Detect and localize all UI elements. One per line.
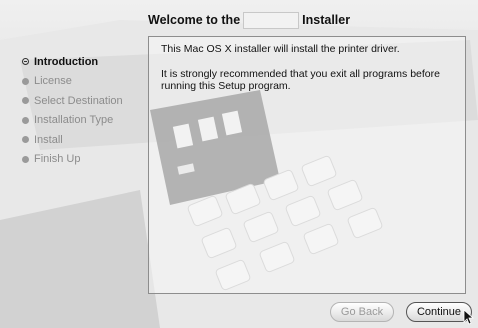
step-label: Finish Up	[34, 153, 81, 166]
intro-paragraph: This Mac OS X installer will install the…	[161, 43, 400, 55]
step-finish-up: Finish Up	[22, 150, 146, 170]
go-back-button[interactable]: Go Back	[330, 302, 394, 322]
mouse-pointer-icon	[463, 309, 475, 325]
title-suffix: Installer	[302, 13, 351, 27]
warning-paragraph: It is strongly recommended that you exit…	[161, 68, 440, 92]
step-label: Introduction	[34, 55, 99, 68]
step-installation-type: Installation Type	[22, 111, 146, 131]
step-label: Select Destination	[34, 94, 123, 107]
bullet-icon	[22, 116, 29, 124]
step-label: Install	[34, 133, 63, 146]
step-select-destination: Select Destination	[22, 91, 146, 111]
content-panel: This Mac OS X installer will install the…	[148, 36, 466, 294]
step-label: License	[34, 75, 72, 88]
step-introduction: Introduction	[22, 52, 146, 72]
product-name-blank	[243, 11, 300, 29]
window-title: Welcome to the Installer	[148, 11, 350, 29]
step-label: Installation Type	[34, 114, 114, 127]
installer-header: Welcome to the Installer	[0, 0, 478, 36]
step-license: License	[22, 72, 146, 92]
bullet-icon	[22, 77, 29, 85]
bullet-icon	[22, 155, 29, 163]
installer-steps-list: Introduction License Select Destination …	[22, 52, 146, 169]
bullet-icon	[22, 97, 29, 105]
bullet-icon	[22, 136, 29, 144]
step-install: Install	[22, 130, 146, 150]
current-step-icon	[22, 58, 29, 66]
title-prefix: Welcome to the	[148, 13, 241, 27]
